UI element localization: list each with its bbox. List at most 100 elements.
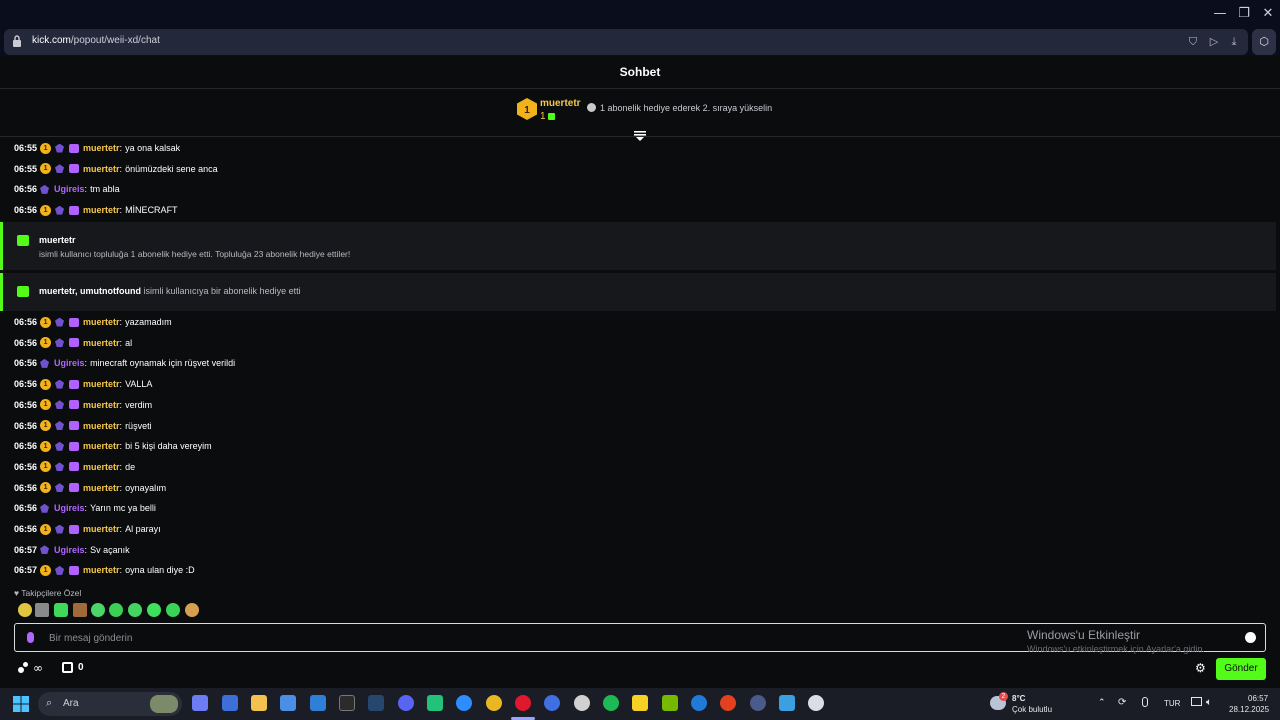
- download-icon[interactable]: ⤓: [1226, 34, 1242, 50]
- message-input[interactable]: Bir mesaj gönderin Windows'u Etkinleştir…: [14, 623, 1266, 654]
- taskbar-search[interactable]: ⌕ Ara: [38, 692, 182, 716]
- windows-start-icon[interactable]: [13, 696, 29, 712]
- gift-badge-icon: [69, 421, 80, 430]
- chat-message[interactable]: 06:55 1 muertetr: önümüzdeki sene anca: [14, 161, 218, 177]
- chat-message[interactable]: 06:55 1 muertetr: ya ona kalsak: [14, 140, 180, 156]
- edge-icon[interactable]: [544, 695, 560, 711]
- message-text: Yarın mc ya belli: [90, 503, 156, 514]
- mail-icon[interactable]: [310, 695, 326, 711]
- emote-icon[interactable]: [35, 603, 49, 617]
- app-icon[interactable]: [720, 695, 736, 711]
- chat-message[interactable]: 06:56 1 muertetr: Al parayı: [14, 521, 161, 537]
- photos-icon[interactable]: [779, 695, 795, 711]
- message-username[interactable]: Ugireis: [54, 181, 85, 197]
- sync-icon[interactable]: ⟳: [1118, 697, 1126, 708]
- message-username[interactable]: muertetr: [83, 459, 120, 475]
- gift-box-icon[interactable]: [62, 662, 73, 673]
- chat-message[interactable]: 06:56 Ugireis: minecraft oynamak için rüşv…: [14, 355, 235, 371]
- display-icon[interactable]: [1191, 697, 1202, 706]
- message-username[interactable]: muertetr: [83, 521, 120, 537]
- chat-message[interactable]: 06:56 1 muertetr: al: [14, 335, 132, 351]
- chat-message[interactable]: 06:56 1 muertetr: bi 5 kişi daha vereyim: [14, 438, 212, 454]
- app-icon[interactable]: [808, 695, 824, 711]
- message-username[interactable]: muertetr: [83, 335, 120, 351]
- discord-icon[interactable]: [398, 695, 414, 711]
- username-separator: :: [84, 503, 88, 514]
- emote-icon[interactable]: [109, 603, 123, 617]
- app-icon[interactable]: [750, 695, 766, 711]
- sticky-notes-icon[interactable]: [632, 695, 648, 711]
- mic-tray-icon[interactable]: [1142, 697, 1148, 707]
- scroll-to-bottom-icon[interactable]: [634, 131, 646, 141]
- emote-icon[interactable]: [147, 603, 161, 617]
- play-icon[interactable]: ▷: [1206, 34, 1222, 50]
- message-username[interactable]: Ugireis: [54, 542, 85, 558]
- message-username[interactable]: muertetr: [83, 438, 120, 454]
- clock-date[interactable]: 28.12.2025: [1229, 705, 1269, 714]
- gift-leaderboard[interactable]: 1 muertetr 1 1 abonelik hediye ederek 2.…: [0, 89, 1280, 137]
- message-username[interactable]: Ugireis: [54, 500, 85, 516]
- message-timestamp: 06:57: [14, 544, 38, 555]
- chat-message[interactable]: 06:56 1 muertetr: oynayalım: [14, 480, 166, 496]
- settings-gear-icon[interactable]: ⚙: [1195, 661, 1206, 675]
- emote-icon[interactable]: [73, 603, 87, 617]
- spotify-icon[interactable]: [603, 695, 619, 711]
- emote-icon[interactable]: [128, 603, 142, 617]
- minimize-icon[interactable]: —: [1208, 4, 1232, 24]
- message-username[interactable]: muertetr: [83, 140, 120, 156]
- url-field[interactable]: kick.com/popout/weii-xd/chat ⛉ ▷ ⤓: [4, 29, 1248, 55]
- chat-message[interactable]: 06:56 1 muertetr: verdim: [14, 397, 152, 413]
- gift-icon: [17, 235, 29, 246]
- chat-message[interactable]: 06:56 1 muertetr: de: [14, 459, 135, 475]
- message-username[interactable]: muertetr: [83, 161, 120, 177]
- message-username[interactable]: muertetr: [83, 376, 120, 392]
- chat-message[interactable]: 06:57 Ugireis: Sv açanık: [14, 542, 130, 558]
- restore-icon[interactable]: ❐: [1232, 4, 1256, 24]
- emote-icon[interactable]: [54, 603, 68, 617]
- epic-games-icon[interactable]: [339, 695, 355, 711]
- copilot-icon[interactable]: [192, 695, 208, 711]
- language-indicator[interactable]: TUR: [1164, 699, 1180, 708]
- opera-icon[interactable]: [515, 695, 531, 711]
- clock-time[interactable]: 06:57: [1248, 694, 1268, 703]
- close-icon[interactable]: ✕: [1256, 4, 1280, 24]
- message-username[interactable]: muertetr: [83, 418, 120, 434]
- volume-icon[interactable]: 🔈︎: [1206, 697, 1212, 708]
- chat-message[interactable]: 06:56 Ugireis: Yarın mc ya belli: [14, 500, 156, 516]
- app-icon[interactable]: [691, 695, 707, 711]
- emoji-icon[interactable]: [1245, 632, 1256, 643]
- emote-icon[interactable]: [166, 603, 180, 617]
- emote-icon[interactable]: [18, 603, 32, 617]
- chat-message[interactable]: 06:56 1 muertetr: yazamadım: [14, 314, 172, 330]
- chat-message[interactable]: 06:56 1 muertetr: MİNECRAFT: [14, 202, 178, 218]
- points-icon[interactable]: [18, 662, 30, 674]
- message-username[interactable]: Ugireis: [54, 355, 85, 371]
- microphone-icon[interactable]: [27, 632, 34, 643]
- emote-icon[interactable]: [91, 603, 105, 617]
- app-icon[interactable]: [427, 695, 443, 711]
- message-username[interactable]: muertetr: [83, 202, 120, 218]
- nvidia-icon[interactable]: [662, 695, 678, 711]
- teams-icon[interactable]: [222, 695, 238, 711]
- zoom-icon[interactable]: [456, 695, 472, 711]
- message-username[interactable]: muertetr: [83, 562, 120, 578]
- chat-message[interactable]: 06:56 1 muertetr: VALLA: [14, 376, 152, 392]
- chat-message[interactable]: 06:57 1 muertetr: oyna ulan diye :D: [14, 562, 195, 578]
- settings-icon[interactable]: [574, 695, 590, 711]
- chat-message[interactable]: 06:56 1 muertetr: rüşveti: [14, 418, 152, 434]
- message-text: bi 5 kişi daha vereyim: [125, 441, 212, 452]
- tray-chevron-icon[interactable]: ⌃: [1098, 698, 1106, 708]
- store-icon[interactable]: [280, 695, 296, 711]
- message-username[interactable]: muertetr: [83, 480, 120, 496]
- send-button[interactable]: Gönder: [1216, 658, 1266, 680]
- chrome-icon[interactable]: [486, 695, 502, 711]
- emote-icon[interactable]: [185, 603, 199, 617]
- message-username[interactable]: muertetr: [83, 397, 120, 413]
- file-explorer-icon[interactable]: [251, 695, 267, 711]
- extension-icon[interactable]: ⬡: [1252, 29, 1276, 55]
- message-username[interactable]: muertetr: [83, 314, 120, 330]
- chat-message[interactable]: 06:56 Ugireis: tm abla: [14, 181, 120, 197]
- steam-icon[interactable]: [368, 695, 384, 711]
- subscriber-badge-icon: [55, 400, 65, 410]
- shield-icon[interactable]: ⛉: [1185, 34, 1201, 50]
